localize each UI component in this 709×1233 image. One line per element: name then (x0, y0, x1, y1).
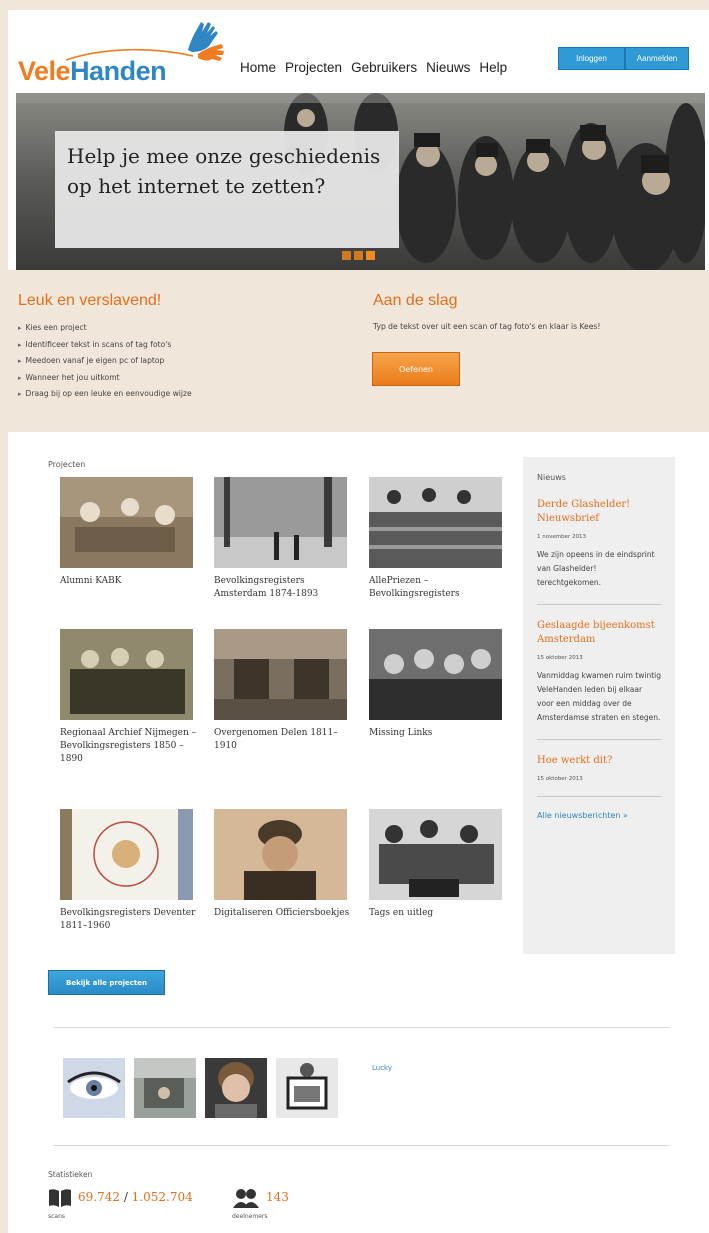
project-thumbnail (214, 629, 347, 720)
nav-nieuws[interactable]: Nieuws (426, 60, 470, 75)
news-item-date: 1 november 2013 (537, 534, 586, 540)
slide-dot[interactable] (342, 251, 351, 260)
stats-title: Statistieken (48, 1170, 93, 1179)
project-card[interactable]: Bevolkingsregisters Amsterdam 1874-1893 (214, 477, 354, 601)
project-name: Bevolkingsregisters Deventer 1811–1960 (60, 908, 196, 931)
project-card[interactable]: AllePriezen – Bevolkingsregisters (369, 477, 509, 601)
project-name: Digitaliseren Officiersboekjes (214, 908, 350, 918)
scans-value: 69.742 / 1.052.704 (78, 1190, 193, 1204)
news-divider (537, 739, 661, 740)
intro-band: Leuk en verslavend! Kies een project Ide… (8, 270, 709, 432)
logo-text: VeleHanden (18, 56, 167, 86)
logo[interactable]: VeleHanden (18, 18, 224, 88)
project-thumbnail (60, 629, 193, 720)
intro-bullet: Draag bij op een leuke en eenvoudige wij… (18, 386, 192, 403)
project-thumbnail (60, 477, 193, 568)
project-thumbnail (369, 809, 502, 900)
project-thumbnail (214, 809, 347, 900)
hero-headline: Help je mee onze geschiedenis op het int… (67, 144, 381, 198)
intro-right-title: Aan de slag (373, 292, 458, 309)
nav-gebruikers[interactable]: Gebruikers (351, 60, 417, 75)
news-item-title[interactable]: Hoe werkt dit? (537, 754, 661, 768)
section-divider (53, 1145, 670, 1146)
project-name: Bevolkingsregisters Amsterdam 1874-1893 (214, 576, 319, 599)
project-card[interactable]: Alumni KABK (60, 477, 200, 588)
register-button[interactable]: Aanmelden (625, 47, 689, 70)
scans-label: scans (48, 1213, 66, 1220)
hero-headline-box: Help je mee onze geschiedenis op het int… (55, 131, 399, 248)
main-nav: Home Projecten Gebruikers Nieuws Help (240, 60, 507, 75)
project-thumbnail (369, 629, 502, 720)
project-name: Overgenomen Delen 1811–1910 (214, 728, 338, 751)
news-divider (537, 796, 661, 797)
news-title: Nieuws (537, 473, 566, 482)
project-card[interactable]: Regionaal Archief Nijmegen – Bevolkingsr… (60, 629, 200, 766)
nav-projecten[interactable]: Projecten (285, 60, 342, 75)
news-divider (537, 604, 661, 605)
auth-buttons: Inloggen Aanmelden (558, 47, 689, 70)
nav-help[interactable]: Help (479, 60, 507, 75)
section-divider (53, 1027, 670, 1028)
page: VeleHanden Home Projecten Gebruikers Nie… (8, 10, 709, 1233)
hero-banner: Help je mee onze geschiedenis op het int… (16, 93, 705, 270)
slide-indicator (342, 251, 375, 260)
nav-home[interactable]: Home (240, 60, 276, 75)
participants-value: 143 (266, 1190, 289, 1204)
intro-bullet: Identificeer tekst in scans of tag foto'… (18, 337, 192, 354)
intro-left-title: Leuk en verslavend! (18, 292, 162, 309)
news-item-title[interactable]: Derde Glashelder! Nieuwsbrief (537, 498, 661, 526)
news-item-date: 15 oktober 2013 (537, 776, 583, 782)
project-thumbnail (369, 477, 502, 568)
intro-bullet: Meedoen vanaf je eigen pc of laptop (18, 353, 192, 370)
slide-dot[interactable] (354, 251, 363, 260)
user-avatars (63, 1058, 338, 1118)
project-card[interactable]: Tags en uitleg (369, 809, 509, 920)
news-item-date: 15 oktober 2013 (537, 655, 583, 661)
participants-stat: 143 deelnemers (232, 1188, 289, 1220)
project-thumbnail (214, 477, 347, 568)
intro-bullets: Kies een project Identificeer tekst in s… (18, 320, 192, 403)
news-item-title[interactable]: Geslaagde bijeenkomst Amsterdam (537, 619, 661, 647)
project-card[interactable]: Overgenomen Delen 1811–1910 (214, 629, 354, 753)
news-sidebar: Nieuws Derde Glashelder! Nieuwsbrief 1 n… (523, 457, 675, 954)
intro-right-text: Typ de tekst over uit een scan of tag fo… (373, 322, 601, 331)
project-name: Missing Links (369, 728, 433, 738)
project-card[interactable]: Bevolkingsregisters Deventer 1811–1960 (60, 809, 200, 933)
all-news-link[interactable]: Alle nieuwsberichten » (537, 811, 661, 820)
user-avatar[interactable] (205, 1058, 267, 1118)
project-card[interactable]: Digitaliseren Officiersboekjes (214, 809, 354, 920)
slide-dot-active[interactable] (366, 251, 375, 260)
project-name: AllePriezen – Bevolkingsregisters (369, 576, 460, 599)
project-name: Tags en uitleg (369, 908, 434, 918)
intro-bullet: Wanneer het jou uitkomt (18, 370, 192, 387)
book-icon (49, 1189, 71, 1207)
user-avatar[interactable] (134, 1058, 196, 1118)
login-button[interactable]: Inloggen (558, 47, 625, 70)
project-card[interactable]: Missing Links (369, 629, 509, 740)
intro-bullet: Kies een project (18, 320, 192, 337)
all-projects-button[interactable]: Bekijk alle projecten (48, 970, 165, 995)
news-item-text: Vanmiddag kwamen ruim twintig VeleHanden… (537, 671, 661, 722)
news-item-text: We zijn opeens in de eindsprint van Glas… (537, 550, 655, 587)
featured-user-name[interactable]: Lucky (372, 1064, 392, 1072)
users-icon (233, 1189, 259, 1208)
oefenen-button[interactable]: Oefenen (372, 352, 460, 386)
project-thumbnail (60, 809, 193, 900)
projects-title: Projecten (48, 460, 86, 469)
participants-label: deelnemers (232, 1213, 268, 1220)
user-avatar[interactable] (63, 1058, 125, 1118)
project-name: Alumni KABK (60, 576, 122, 586)
scans-stat: 69.742 / 1.052.704 scans (48, 1188, 193, 1220)
user-avatar[interactable] (276, 1058, 338, 1118)
project-name: Regionaal Archief Nijmegen – Bevolkingsr… (60, 728, 197, 764)
